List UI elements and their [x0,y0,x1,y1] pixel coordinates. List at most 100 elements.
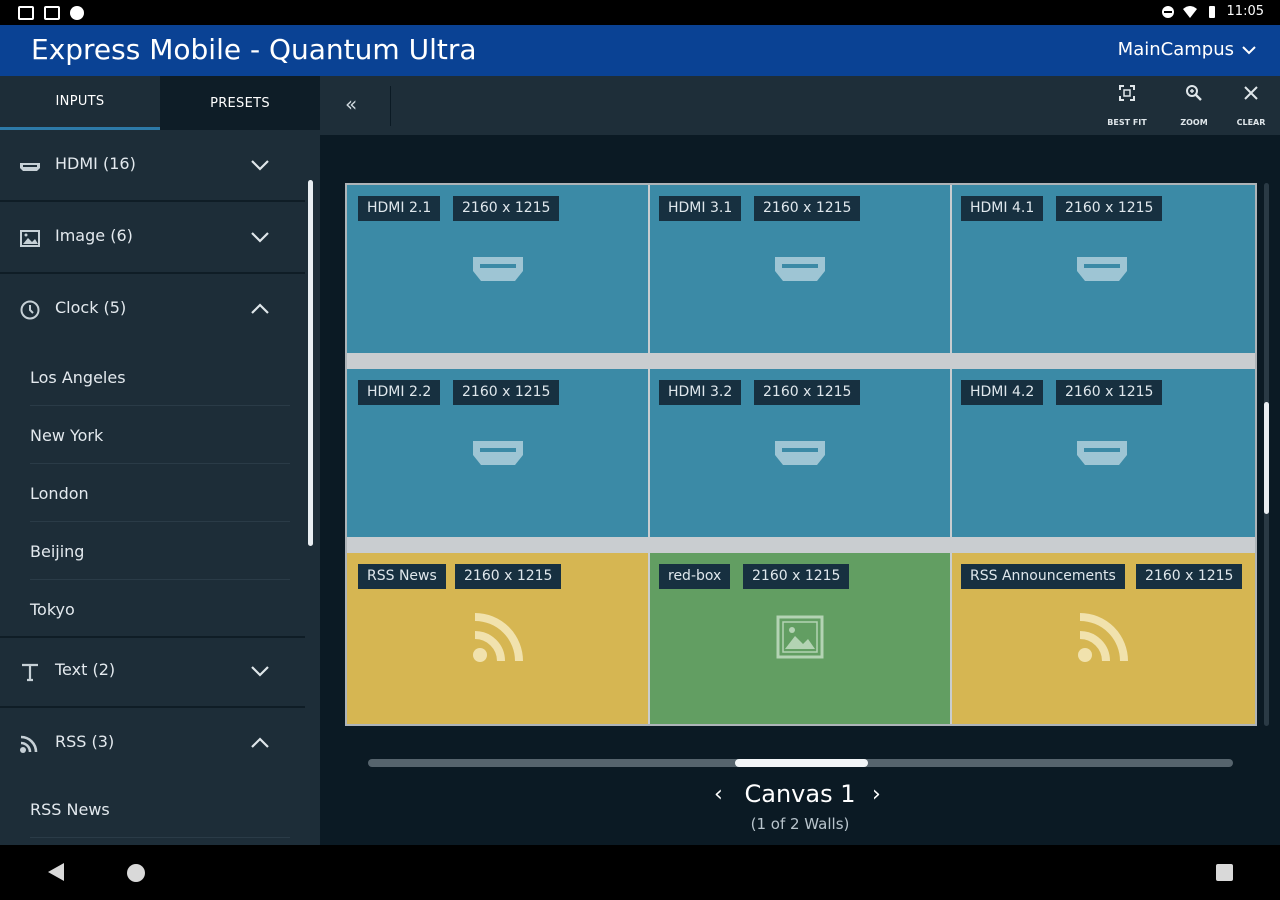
sidebar-group-label: HDMI (16) [55,154,136,173]
back-icon[interactable] [48,863,64,881]
canvas-window[interactable]: HDMI 2.2 2160 x 1215 [347,369,648,537]
chevron-down-icon [251,160,269,171]
canvas-window[interactable]: RSS News 2160 x 1215 [347,553,648,724]
campus-selector[interactable]: MainCampus [1118,39,1256,60]
text-icon [22,663,38,682]
collapse-sidebar-button[interactable]: « [345,92,357,116]
do-not-disturb-icon [1161,5,1174,18]
window-resolution-badge: 2160 x 1215 [754,196,861,221]
home-icon[interactable] [127,864,145,882]
chevron-up-icon [251,303,269,314]
canvas-panel: « BEST FIT ZOOM CLEAR HDMI 2.1 2160 x 12… [320,76,1280,845]
sidebar-item-label: London [30,484,89,503]
clear-button[interactable]: CLEAR [1226,84,1276,128]
system-navigation-bar [0,845,1280,900]
window-resolution-badge: 2160 x 1215 [453,380,560,405]
window-resolution-badge: 2160 x 1215 [743,564,850,589]
hdmi-icon [775,441,825,465]
recent-apps-icon[interactable] [1216,864,1233,881]
sidebar-item-label: RSS News [30,800,110,819]
window-resolution-badge: 2160 x 1215 [455,564,562,589]
best-fit-button[interactable]: BEST FIT [1102,84,1152,128]
sidebar-group-label: Clock (5) [55,298,127,317]
image-icon [776,615,824,659]
tool-label: BEST FIT [1107,118,1147,127]
canvas-window[interactable]: HDMI 4.2 2160 x 1215 [952,369,1255,537]
sidebar-group-clock[interactable]: Clock (5) [0,274,305,346]
zoom-icon [1186,85,1202,101]
canvas-window[interactable]: HDMI 3.1 2160 x 1215 [650,185,950,353]
canvas-window[interactable]: HDMI 4.1 2160 x 1215 [952,185,1255,353]
hdmi-icon [1077,441,1127,465]
window-source-badge: red-box [659,564,731,589]
hdmi-icon [473,441,523,465]
sidebar-group-label: Image (6) [55,226,133,245]
best-fit-icon [1119,85,1135,101]
hdmi-icon [1077,257,1127,281]
image-icon [20,230,40,247]
window-resolution-badge: 2160 x 1215 [453,196,560,221]
next-canvas-button[interactable]: › [872,782,881,807]
sidebar-group-rss[interactable]: RSS (3) [0,708,305,780]
canvas-window[interactable]: RSS Announcements 2160 x 1215 [952,553,1255,724]
sidebar-item-label: Los Angeles [30,368,126,387]
hdmi-icon [473,257,523,281]
sidebar-item-clock[interactable]: Los Angeles [30,348,290,406]
rss-icon [20,735,38,753]
campus-label: MainCampus [1117,39,1234,60]
sidebar: INPUTS PRESETS HDMI (16) Image (6) Clock… [0,76,320,845]
circle-notification-icon [70,6,84,20]
image-notification-icon [44,6,60,20]
sidebar-group-hdmi[interactable]: HDMI (16) [0,130,305,202]
sidebar-item-label: Beijing [30,542,85,561]
rss-icon [1078,613,1128,662]
status-time: 11:05 [1226,4,1264,19]
toolbar-divider [390,86,391,126]
hdmi-icon [775,257,825,281]
app-title: Express Mobile - Quantum Ultra [31,33,477,66]
canvas-wall-count: (1 of 2 Walls) [750,815,850,833]
rss-icon [473,613,523,662]
hdmi-icon [20,163,40,171]
sidebar-group-image[interactable]: Image (6) [0,202,305,274]
canvas-window[interactable]: HDMI 2.1 2160 x 1215 [347,185,648,353]
sidebar-item-clock[interactable]: Beijing [30,522,290,580]
chevron-down-icon [251,232,269,243]
window-source-badge: HDMI 4.1 [961,196,1044,221]
window-source-badge: HDMI 2.2 [358,380,441,405]
window-source-badge: RSS News [358,564,446,589]
canvas-window[interactable]: red-box 2160 x 1215 [650,553,950,724]
sidebar-tabs: INPUTS PRESETS [0,76,320,130]
canvas-horizontal-scrollbar[interactable] [735,759,868,767]
sidebar-item-label: Tokyo [30,600,75,619]
wifi-icon [1182,5,1197,18]
sidebar-scrollbar[interactable] [308,180,313,546]
sidebar-group-text[interactable]: Text (2) [0,636,305,708]
tab-presets[interactable]: PRESETS [160,76,320,130]
sidebar-item-clock[interactable]: Tokyo [0,580,305,638]
window-resolution-badge: 2160 x 1215 [1056,196,1163,221]
chevron-down-icon [251,666,269,677]
window-source-badge: HDMI 3.2 [659,380,742,405]
window-resolution-badge: 2160 x 1215 [754,380,861,405]
canvas-window[interactable]: HDMI 3.2 2160 x 1215 [650,369,950,537]
gallery-notification-icon [18,6,34,20]
window-source-badge: HDMI 4.2 [961,380,1044,405]
sidebar-item-clock[interactable]: London [30,464,290,522]
canvas-navigator: ‹ Canvas 1 › [320,776,1280,816]
clock-icon [20,300,40,320]
status-bar: 11:05 [0,0,1280,25]
zoom-button[interactable]: ZOOM [1169,84,1219,128]
sidebar-group-label: Text (2) [55,660,116,679]
tool-label: CLEAR [1236,118,1266,127]
video-wall-canvas[interactable]: HDMI 2.1 2160 x 1215 HDMI 3.1 2160 x 121… [345,183,1257,726]
window-source-badge: HDMI 3.1 [659,196,742,221]
tab-inputs[interactable]: INPUTS [0,76,160,130]
canvas-vertical-scrollbar[interactable] [1264,402,1269,514]
sidebar-item-clock[interactable]: New York [30,406,290,464]
app-header: Express Mobile - Quantum Ultra MainCampu… [0,25,1280,76]
window-resolution-badge: 2160 x 1215 [1056,380,1163,405]
sidebar-item-rss[interactable]: RSS News [30,780,290,838]
chevron-down-icon [1242,45,1256,54]
chevron-up-icon [251,737,269,748]
